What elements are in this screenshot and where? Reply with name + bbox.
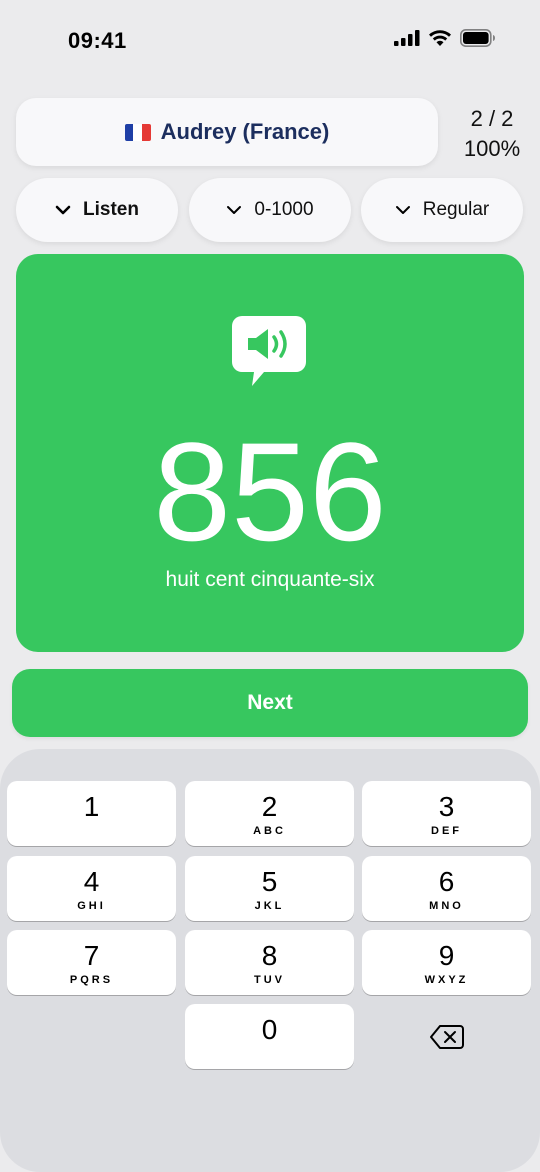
range-dropdown-label: 0-1000 (254, 199, 314, 220)
key-1[interactable]: 1 (7, 781, 176, 846)
battery-icon (460, 29, 495, 47)
key-digit: 6 (438, 866, 455, 897)
key-digit: 4 (83, 866, 100, 897)
key-digit: 9 (438, 940, 455, 971)
key-8[interactable]: 8 TUV (185, 930, 354, 995)
key-5[interactable]: 5 JKL (185, 856, 354, 921)
key-7[interactable]: 7 PQRS (7, 930, 176, 995)
status-icons (394, 29, 496, 47)
key-letters: ABC (253, 825, 286, 837)
signal-icon (394, 30, 420, 46)
key-digit: 1 (83, 791, 100, 822)
target-number: 856 (153, 413, 387, 570)
difficulty-dropdown[interactable]: Regular (361, 178, 523, 242)
numeric-keypad: 1 2 ABC 3 DEF 4 GHI 5 JKL 6 MNO 7 PQRS 8… (0, 749, 540, 1172)
key-digit: 0 (261, 1014, 278, 1045)
flag-stripe (133, 123, 142, 141)
key-digit: 5 (261, 866, 278, 897)
key-0[interactable]: 0 (185, 1004, 354, 1069)
progress-count: 2 / 2 (470, 106, 514, 131)
key-letters: JKL (254, 900, 285, 912)
backspace-icon (429, 1024, 464, 1049)
france-flag-icon (124, 123, 151, 141)
number-words: huit cent cinquante-six (165, 568, 375, 591)
screen: 09:41 Audrey (France) 2 / 2 100% Listen … (0, 0, 540, 1172)
key-letters: MNO (429, 900, 464, 912)
key-letters: TUV (254, 974, 285, 986)
chevron-down-icon (395, 206, 410, 214)
key-digit: 3 (438, 791, 455, 822)
flag-stripe (141, 123, 151, 141)
range-dropdown[interactable]: 0-1000 (189, 178, 351, 242)
key-digit: 8 (261, 940, 278, 971)
status-time: 09:41 (68, 28, 127, 53)
key-digit: 7 (83, 940, 100, 971)
mode-dropdown[interactable]: Listen (16, 178, 178, 242)
flag-stripe (124, 123, 134, 141)
voice-selector-button[interactable]: Audrey (France) (16, 98, 438, 166)
chevron-down-icon (227, 206, 242, 214)
key-4[interactable]: 4 GHI (7, 856, 176, 921)
answer-card: 856 huit cent cinquante-six (16, 254, 524, 652)
key-6[interactable]: 6 MNO (362, 856, 531, 921)
key-letters: WXYZ (424, 974, 469, 986)
mode-dropdown-label: Listen (83, 199, 139, 220)
chevron-down-icon (55, 205, 71, 215)
key-9[interactable]: 9 WXYZ (362, 930, 531, 995)
progress-indicator: 2 / 2 100% (450, 104, 534, 164)
voice-label: Audrey (France) (160, 119, 330, 144)
progress-percent: 100% (463, 136, 521, 161)
key-2[interactable]: 2 ABC (185, 781, 354, 846)
key-letters: DEF (431, 825, 462, 837)
next-button[interactable]: Next (12, 669, 528, 737)
key-digit: 2 (261, 791, 278, 822)
key-letters: GHI (77, 900, 106, 912)
wifi-icon (429, 30, 451, 46)
delete-key[interactable] (362, 1004, 531, 1069)
speaker-bubble-icon[interactable] (232, 316, 308, 388)
difficulty-dropdown-label: Regular (422, 199, 490, 220)
key-letters: PQRS (69, 974, 114, 986)
key-3[interactable]: 3 DEF (362, 781, 531, 846)
